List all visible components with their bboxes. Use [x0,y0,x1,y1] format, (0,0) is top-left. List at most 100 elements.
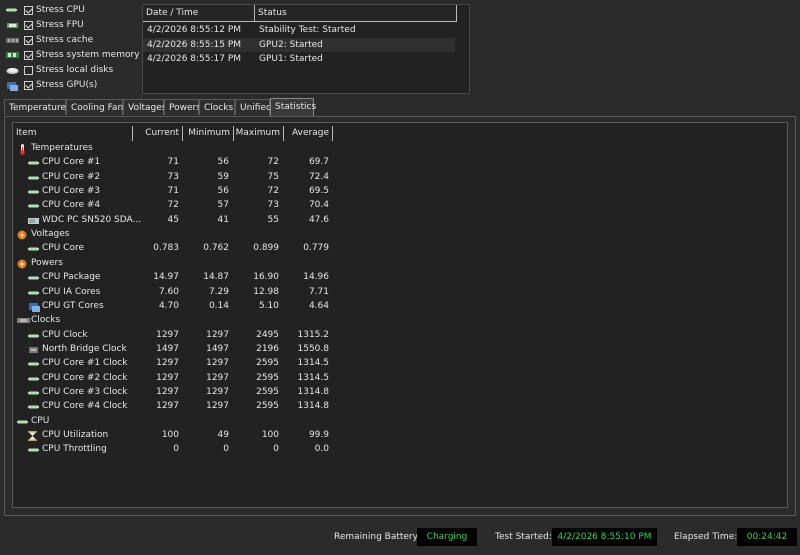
stat-maximum: 75 [267,171,279,182]
stress-option-label: Stress GPU(s) [36,80,98,90]
stat-maximum: 0 [273,444,279,455]
cpu-chip-icon [28,402,39,410]
stat-row[interactable]: North Bridge Clock 1497 1497 2196 1550.8 [13,342,343,356]
stat-maximum: 2595 [256,401,279,412]
cpu-chip-icon [28,388,39,396]
stress-option-label: Stress CPU [36,5,85,15]
tab-voltages[interactable]: Voltages [123,99,166,115]
log-header-datetime[interactable]: Date / Time [143,5,255,22]
stat-current: 73 [167,171,179,182]
stat-row[interactable]: CPU Utilization 100 49 100 99.9 [13,428,343,442]
stat-row[interactable]: CPU Clock 1297 1297 2495 1315.2 [13,328,343,342]
stat-maximum: 5.10 [258,300,279,311]
elapsed-label: Elapsed Time: [674,532,738,542]
stat-row[interactable]: WDC PC SN520 SDA... 45 41 55 47.6 [13,213,343,227]
stat-row[interactable]: CPU IA Cores 7.60 7.29 12.98 7.71 [13,285,343,299]
test-started-label: Test Started: [495,532,552,542]
group-row[interactable]: Powers [13,256,343,270]
column-maximum[interactable]: Maximum [234,126,284,141]
test-started-value: 4/2/2026 8:55:10 PM [552,528,657,546]
stat-row[interactable]: CPU GT Cores 4.70 0.14 5.10 4.64 [13,299,343,313]
stress-option-checkbox[interactable] [24,5,33,15]
column-minimum[interactable]: Minimum [183,126,234,141]
hourglass-icon [28,431,39,441]
stat-name: CPU Core #1 [42,157,101,168]
stat-name: CPU Core #1 Clock [42,358,128,369]
stress-option[interactable]: Stress local disks [6,63,113,77]
gpu-icon [28,302,40,312]
stat-row[interactable]: CPU Core #4 Clock 1297 1297 2595 1314.8 [13,399,343,413]
tab-cooling-fans[interactable]: Cooling Fans [66,99,128,115]
column-current[interactable]: Current [133,126,183,141]
stat-row[interactable]: CPU Core #3 71 56 72 69.5 [13,184,343,198]
stat-average: 99.9 [308,430,329,440]
stat-average: 0.0 [314,444,329,455]
tab-powers[interactable]: Powers [164,99,201,115]
stress-option-checkbox[interactable] [24,20,33,30]
stat-maximum: 2196 [256,343,279,354]
stat-average: 14.96 [303,272,329,283]
stat-maximum: 72 [267,186,279,197]
gpu-icon [6,81,19,91]
group-name: Temperatures [31,143,93,153]
tab-statistics[interactable]: Statistics [270,98,316,116]
stress-option-label: Stress FPU [36,20,84,30]
stat-name: CPU Core #3 Clock [42,386,128,397]
stat-average: 4.64 [308,300,329,311]
stat-maximum: 72 [267,157,279,168]
log-row[interactable]: 4/2/2026 8:55:12 PM Stability Test: Start… [143,23,455,37]
stress-option[interactable]: Stress CPU [6,3,85,17]
stat-name: CPU Core #4 [42,200,101,211]
stat-maximum: 12.98 [253,286,279,297]
stress-option-checkbox[interactable] [24,80,33,90]
column-average[interactable]: Average [284,126,333,141]
stress-option-checkbox[interactable] [24,50,33,60]
group-row[interactable]: Clocks [13,313,343,327]
stat-name: WDC PC SN520 SDA... [42,214,142,225]
stat-name: CPU IA Cores [42,286,101,297]
stress-option[interactable]: Stress GPU(s) [6,78,97,92]
stat-average: 47.6 [308,214,329,225]
stat-row[interactable]: CPU Throttling 0 0 0 0.0 [13,442,343,456]
stat-row[interactable]: CPU Core #1 71 56 72 69.7 [13,155,343,169]
stress-option-checkbox[interactable] [24,35,33,45]
stress-option[interactable]: Stress FPU [6,18,84,32]
stress-option-checkbox[interactable] [24,65,33,75]
stat-row[interactable]: CPU Core #2 73 59 75 72.4 [13,170,343,184]
cpu-chip-icon [28,201,39,209]
stat-average: 1550.8 [297,343,330,354]
memory-icon [6,51,19,60]
stat-average: 7.71 [308,286,329,297]
stat-minimum: 56 [217,186,229,197]
tab-unified[interactable]: Unified [235,99,272,115]
cpu-chip-icon [28,288,39,296]
stat-current: 45 [167,214,179,225]
stat-name: CPU GT Cores [42,300,104,311]
log-row[interactable]: 4/2/2026 8:55:15 PM GPU2: Started [143,37,455,52]
log-header-status[interactable]: Status [255,5,457,22]
group-row[interactable]: Temperatures [13,141,343,155]
group-row[interactable]: CPU [13,414,343,428]
stat-maximum: 2595 [256,372,279,383]
stress-option[interactable]: Stress system memory [6,48,140,62]
stat-row[interactable]: CPU Core #4 72 57 73 70.4 [13,198,343,212]
stat-row[interactable]: CPU Package 14.97 14.87 16.90 14.96 [13,270,343,284]
group-name: Clocks [31,315,61,326]
log-table: Date / Time Status 4/2/2026 8:55:12 PM St… [142,4,470,94]
tab-clocks[interactable]: Clocks [199,99,235,115]
stat-row[interactable]: CPU Core #3 Clock 1297 1297 2595 1314.8 [13,385,343,399]
stat-name: CPU Package [42,272,101,283]
stat-current: 0 [173,444,179,455]
group-row[interactable]: Voltages [13,227,343,241]
cpu-chip-icon [28,187,39,195]
cpu-chip-icon [17,417,28,425]
column-item[interactable]: Item [13,126,133,141]
log-row[interactable]: 4/2/2026 8:55:17 PM GPU1: Started [143,52,455,66]
stat-minimum: 1297 [206,372,229,383]
tab-temperatures[interactable]: Temperatures [4,99,71,115]
stat-row[interactable]: CPU Core #2 Clock 1297 1297 2595 1314.5 [13,371,343,385]
stat-minimum: 56 [217,157,229,168]
stat-row[interactable]: CPU Core 0.783 0.762 0.899 0.779 [13,241,343,255]
stat-row[interactable]: CPU Core #1 Clock 1297 1297 2595 1314.5 [13,356,343,370]
stress-option[interactable]: Stress cache [6,33,93,47]
